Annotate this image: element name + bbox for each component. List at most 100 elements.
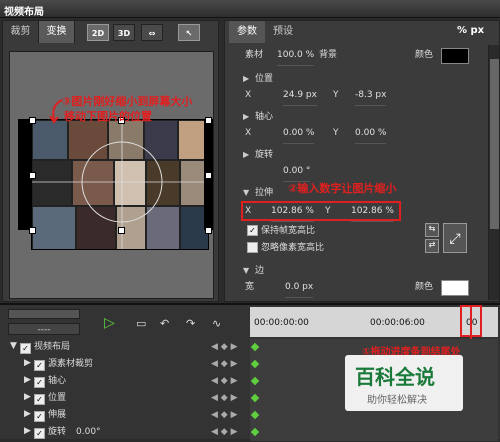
window-title: 视频布局	[0, 0, 500, 18]
tab-presets[interactable]: 预设	[265, 21, 301, 43]
redo-icon[interactable]: ↷	[186, 317, 195, 330]
track-label: 视频布局	[34, 342, 71, 352]
rotate-input[interactable]: 0.00 °	[283, 161, 311, 182]
mode-2d-button[interactable]: 2D	[87, 24, 109, 41]
background-color-swatch[interactable]	[441, 48, 469, 64]
track-label: 源素材裁剪	[48, 359, 94, 369]
track-label: 伸展	[48, 410, 67, 420]
keyframe-marker[interactable]	[250, 376, 260, 386]
track-enable-checkbox[interactable]: ✓	[34, 428, 45, 439]
position-x-input[interactable]: 24.9 px	[283, 85, 317, 106]
tab-parameters[interactable]: 参数	[229, 21, 265, 43]
timeline-row[interactable]: ▶ ✓ 伸展 ◀ ◆ ▶	[6, 407, 246, 424]
keep-ratio-checkbox[interactable]: ✓	[247, 225, 258, 236]
timeline-row[interactable]: ▶ ✓ 旋转 0.00° ◀ ◆ ▶	[6, 424, 246, 441]
keyframe-nav-icon[interactable]: ◀ ◆ ▶	[211, 373, 238, 390]
bg-color-label: 颜色	[415, 50, 434, 60]
axis-y-input[interactable]: 0.00 %	[355, 123, 387, 144]
stretch-y-input[interactable]: 102.86 %	[351, 201, 394, 222]
timeline-row[interactable]: ▼ ✓ 视频布局 ◀ ◆ ▶	[6, 339, 246, 356]
border-width-input[interactable]: 0.0 px	[285, 277, 314, 298]
reset-arrows-icon[interactable]: ⇄	[425, 239, 439, 253]
annotation-arrow	[49, 99, 63, 124]
timeline-track[interactable]	[250, 424, 498, 442]
background-label: 背景	[319, 50, 338, 60]
track-enable-checkbox[interactable]: ✓	[34, 377, 45, 388]
material-label: 素材	[245, 50, 264, 60]
annotation-step3-line2: 移动下图片的位置	[64, 110, 152, 123]
keyframe-marker[interactable]	[250, 410, 260, 420]
watermark-subtitle: 助你轻松解决	[367, 395, 427, 406]
track-enable-checkbox[interactable]: ✓	[20, 343, 31, 354]
stretch-x-input[interactable]: 102.86 %	[271, 201, 314, 222]
keyframe-marker[interactable]	[250, 342, 260, 352]
ignore-pixel-checkbox[interactable]	[247, 242, 258, 253]
resize-handle[interactable]	[29, 227, 36, 234]
axis-x-label: X	[245, 128, 252, 138]
swap-arrows-icon[interactable]: ⇆	[425, 223, 439, 237]
tab-crop[interactable]: 裁剪	[3, 21, 39, 43]
properties-scrollbar[interactable]	[488, 45, 499, 300]
resize-handle[interactable]	[29, 117, 36, 124]
pointer-icon[interactable]: ↖	[178, 24, 200, 41]
timeline-dropdown[interactable]: ----	[8, 323, 80, 335]
keyframe-marker[interactable]	[250, 359, 260, 369]
timeline-row[interactable]: ▶ ✓ 轴心 ◀ ◆ ▶	[6, 373, 246, 390]
expand-icon[interactable]: ▶	[24, 372, 31, 389]
keyframe-nav-icon[interactable]: ◀ ◆ ▶	[211, 356, 238, 373]
stretch-y-label: Y	[325, 206, 331, 216]
axis-x-input[interactable]: 0.00 %	[283, 123, 315, 144]
annotation-step2: ②输入数字让图片缩小	[288, 182, 397, 195]
undo-icon[interactable]: ↶	[160, 317, 169, 330]
watermark-title: 百科全说	[355, 365, 435, 389]
track-label: 位置	[48, 393, 67, 403]
position-y-label: Y	[333, 90, 339, 100]
fullscreen-fit-icon[interactable]: ⤢	[443, 223, 467, 253]
expand-icon[interactable]: ▶	[24, 389, 31, 406]
border-color-swatch[interactable]	[441, 280, 469, 296]
track-enable-checkbox[interactable]: ✓	[34, 394, 45, 405]
expand-icon[interactable]: ▶	[24, 406, 31, 423]
position-x-label: X	[245, 90, 252, 100]
keyframe-nav-icon[interactable]: ◀ ◆ ▶	[211, 424, 238, 441]
keyframe-nav-icon[interactable]: ◀ ◆ ▶	[211, 339, 238, 356]
keyframe-marker[interactable]	[250, 393, 260, 403]
material-opacity-value[interactable]: 100.0 %	[277, 45, 315, 66]
ignore-pixel-label: 忽略像素宽高比	[261, 243, 325, 253]
timeline-zoom-slider[interactable]	[8, 309, 80, 319]
unit-toggle[interactable]: % px	[457, 25, 484, 36]
keyframe-nav-icon[interactable]: ◀ ◆ ▶	[211, 407, 238, 424]
expand-icon[interactable]: ▶	[24, 423, 31, 440]
curve-icon[interactable]: ∿	[212, 317, 221, 330]
resize-handle[interactable]	[29, 172, 36, 179]
track-enable-checkbox[interactable]: ✓	[34, 360, 45, 371]
time-label-mid: 00:00:06:00	[370, 318, 425, 328]
fit-icon[interactable]: ⇔	[141, 24, 163, 41]
keyframe-marker[interactable]	[250, 427, 260, 437]
resize-handle[interactable]	[118, 227, 125, 234]
stretch-x-label: X	[245, 206, 252, 216]
comment-icon[interactable]: ▭	[136, 317, 146, 330]
track-value[interactable]: 0.00°	[76, 424, 101, 441]
time-label-start: 00:00:00:00	[254, 318, 309, 328]
tab-transform[interactable]: 变换	[39, 21, 75, 43]
stretch-label: 拉伸	[255, 188, 274, 198]
right-panel: 参数 预设 % px 素材 100.0 % 背景 颜色 ▶ 位置 X 24.9 …	[224, 20, 500, 302]
annotation-step3: ③图片刚好缩小到屏幕大小	[62, 95, 193, 108]
border-width-label: 宽	[245, 282, 255, 292]
mode-3d-button[interactable]: 3D	[113, 24, 135, 41]
resize-handle[interactable]	[205, 172, 212, 179]
expand-icon[interactable]: ▶	[24, 355, 31, 372]
expand-icon[interactable]: ▼	[10, 338, 17, 355]
timeline-row[interactable]: ▶ ✓ 位置 ◀ ◆ ▶	[6, 390, 246, 407]
resize-handle[interactable]	[205, 117, 212, 124]
watermark-logo: 百科全说 助你轻松解决	[345, 355, 463, 411]
position-y-input[interactable]: -8.3 px	[355, 85, 387, 106]
timeline-row[interactable]: ▶ ✓ 源素材裁剪 ◀ ◆ ▶	[6, 356, 246, 373]
track-label: 旋转	[48, 427, 67, 437]
keep-ratio-label: 保持帧宽高比	[261, 226, 316, 236]
keyframe-nav-icon[interactable]: ◀ ◆ ▶	[211, 390, 238, 407]
play-icon[interactable]: ▷	[104, 315, 115, 331]
resize-handle[interactable]	[205, 227, 212, 234]
track-enable-checkbox[interactable]: ✓	[34, 411, 45, 422]
